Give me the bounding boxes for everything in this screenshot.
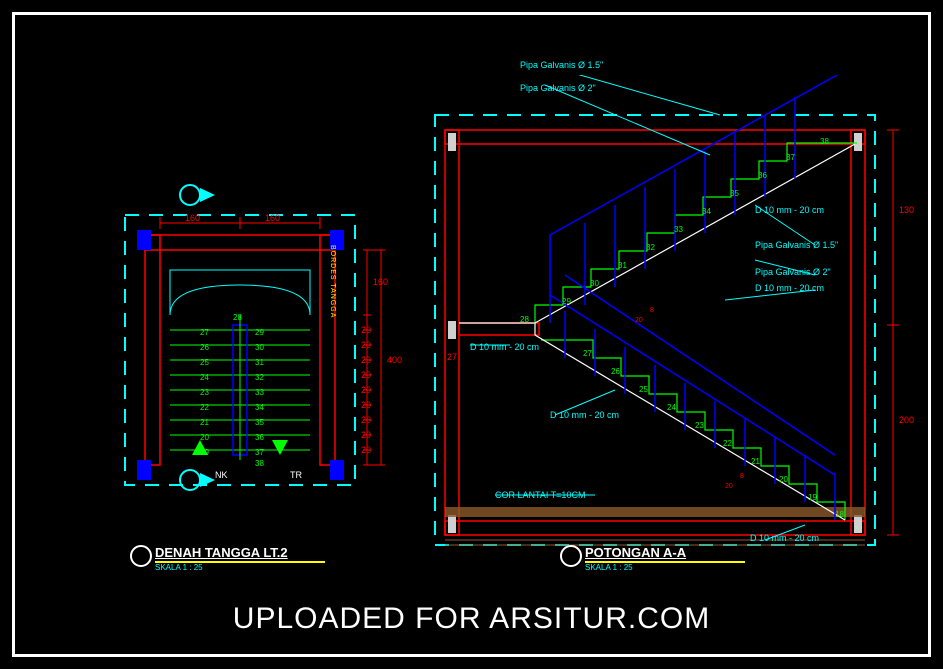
step-38: 38 <box>255 459 264 468</box>
dim-130: 130 <box>899 205 914 215</box>
section-arrow-top <box>180 185 215 205</box>
step-34: 34 <box>255 403 264 412</box>
section-scale: SKALA 1 : 25 <box>585 563 633 572</box>
step-33: 33 <box>255 388 264 397</box>
step-31: 31 <box>255 358 264 367</box>
sn-18: 18 <box>835 510 844 519</box>
sn-36: 36 <box>758 171 767 180</box>
dim-160-b: 160 <box>265 213 280 223</box>
tread-8a: 8 <box>650 307 654 314</box>
watermark-text: UPLOADED FOR ARSITUR.COM <box>15 602 928 636</box>
plan-scale: SKALA 1 : 25 <box>155 563 203 572</box>
sn-34: 34 <box>702 207 711 216</box>
nk-label: NK <box>215 470 228 480</box>
step-25: 25 <box>200 358 209 367</box>
dim-160-r: 160 <box>373 277 388 287</box>
dim-27: 27 <box>447 352 457 362</box>
pipa-2-a: Pipa Galvanis Ø 2" <box>520 83 596 93</box>
drawing-frame: 160 160 400 160 20 20 20 20 20 20 20 20 … <box>12 12 931 657</box>
dim-400: 400 <box>387 355 402 365</box>
plan-title: DENAH TANGGA LT.2 <box>155 545 288 560</box>
sn-26: 26 <box>611 367 620 376</box>
sn-25: 25 <box>639 385 648 394</box>
sn-28: 28 <box>520 315 529 324</box>
step-29: 29 <box>255 328 264 337</box>
sn-22: 22 <box>723 439 732 448</box>
sn-35: 35 <box>730 189 739 198</box>
d10-e: D 10 mm - 20 cm <box>755 283 824 293</box>
sn-23: 23 <box>695 421 704 430</box>
sn-21: 21 <box>751 457 760 466</box>
dim-200: 200 <box>899 415 914 425</box>
dim-20-7: 20 <box>361 415 371 425</box>
sn-27: 27 <box>583 349 592 358</box>
dim-20-4: 20 <box>361 370 371 380</box>
sn-31: 31 <box>618 261 627 270</box>
d10-d: D 10 mm - 20 cm <box>750 533 819 543</box>
step-22: 22 <box>200 403 209 412</box>
dim-20-6: 20 <box>361 400 371 410</box>
step-23: 23 <box>200 388 209 397</box>
sn-19: 19 <box>808 493 817 502</box>
plan-drawing <box>75 155 435 555</box>
step-19: 19 <box>200 448 209 457</box>
dim-20-9: 20 <box>361 445 371 455</box>
step-36: 36 <box>255 433 264 442</box>
dim-20-1: 20 <box>361 325 371 335</box>
step-24: 24 <box>200 373 209 382</box>
sn-32: 32 <box>646 243 655 252</box>
section-title-marker-icon <box>560 545 582 567</box>
section-arrow-bottom <box>180 470 215 490</box>
dim-20-8: 20 <box>361 430 371 440</box>
d10-b: D 10 mm - 20 cm <box>470 342 539 352</box>
d10-a: D 10 mm - 20 cm <box>755 205 824 215</box>
pipa-15-a: Pipa Galvanis Ø 1.5" <box>520 60 603 70</box>
sn-20: 20 <box>779 475 788 484</box>
sn-38: 38 <box>820 137 829 146</box>
dim-20-5: 20 <box>361 385 371 395</box>
tr-label: TR <box>290 470 302 480</box>
d10-c: D 10 mm - 20 cm <box>550 410 619 420</box>
step-20: 20 <box>200 433 209 442</box>
sn-29: 29 <box>562 297 571 306</box>
section-title: POTONGAN A-A <box>585 545 686 560</box>
dim-160-a: 160 <box>185 213 200 223</box>
step-26: 26 <box>200 343 209 352</box>
cor-lantai: COR LANTAI T=10CM <box>495 490 585 500</box>
pipa-15-b: Pipa Galvanis Ø 1.5" <box>755 240 838 250</box>
dim-20-2: 20 <box>361 340 371 350</box>
step-32: 32 <box>255 373 264 382</box>
riser-20b: 20 <box>725 483 733 490</box>
dim-20-3: 20 <box>361 355 371 365</box>
section-drawing <box>415 75 915 575</box>
sn-33: 33 <box>674 225 683 234</box>
step-28: 28 <box>233 313 242 322</box>
title-marker-icon <box>130 545 152 567</box>
step-30: 30 <box>255 343 264 352</box>
pipa-2-b: Pipa Galvanis Ø 2" <box>755 267 831 277</box>
riser-20a: 20 <box>635 317 643 324</box>
step-27: 27 <box>200 328 209 337</box>
bordes-label: BORDES TANGGA <box>329 245 336 318</box>
step-35: 35 <box>255 418 264 427</box>
sn-30: 30 <box>590 279 599 288</box>
sn-37: 37 <box>786 153 795 162</box>
tread-8b: 8 <box>740 473 744 480</box>
step-37: 37 <box>255 448 264 457</box>
sn-24: 24 <box>667 403 676 412</box>
step-21: 21 <box>200 418 209 427</box>
